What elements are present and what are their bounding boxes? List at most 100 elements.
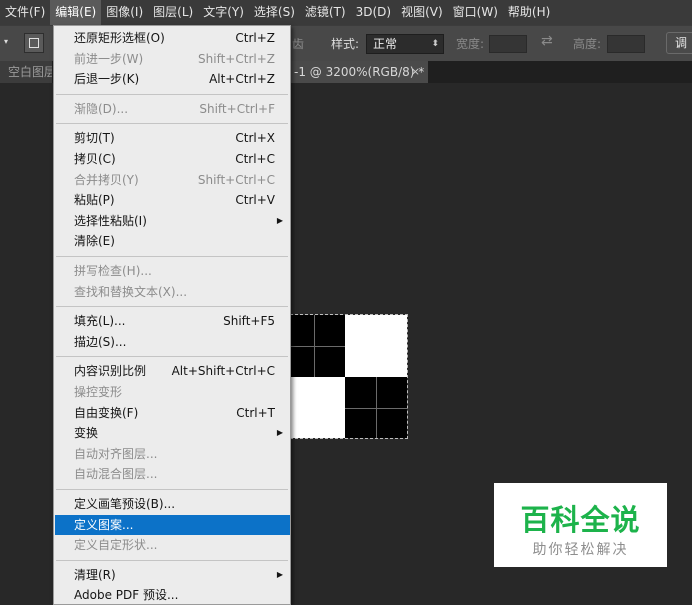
swap-icon[interactable]: ⇄ (541, 33, 553, 49)
pixel-white-top-right (345, 315, 407, 377)
menu-image[interactable]: 图像(I) (101, 0, 148, 25)
pixel-gridline (345, 408, 407, 409)
menu-item-label: 自由变换(F) (74, 405, 139, 420)
menu-bar: 文件(F) 编辑(E) 图像(I) 图层(L) 文字(Y) 选择(S) 滤镜(T) 3D(D)… (0, 0, 692, 25)
menu-item-shortcut: Ctrl+X (235, 131, 275, 146)
menu-view[interactable]: 视图(V) (396, 0, 448, 25)
tab-document[interactable]: -1 @ 3200%(RGB/8) * × (291, 61, 428, 83)
menu-item[interactable]: 后退一步(K) Alt+Ctrl+Z (55, 69, 290, 89)
menu-item-label: 定义图案... (74, 517, 134, 532)
close-icon[interactable]: × (411, 61, 420, 83)
menu-item: 渐隐(D)... Shift+Ctrl+F (55, 99, 290, 119)
menu-item-label: 描边(S)... (74, 334, 127, 349)
menu-item-label: 还原矩形选框(O) (74, 31, 165, 45)
menu-item[interactable]: 清除(E) (55, 231, 290, 251)
menu-edit[interactable]: 编辑(E) (50, 0, 102, 25)
menu-separator (56, 356, 288, 358)
menu-item-label: 剪切(T) (74, 131, 115, 146)
menu-select[interactable]: 选择(S) (249, 0, 300, 25)
menu-item-shortcut: Shift+Ctrl+C (197, 172, 275, 187)
antialias-label: 齿 (292, 37, 305, 51)
menu-item[interactable]: 定义画笔预设(B)... (55, 494, 290, 514)
menu-item: 自动对齐图层... (55, 444, 290, 464)
menu-item-shortcut: Alt+Ctrl+Z (209, 72, 275, 87)
menu-filter[interactable]: 滤镜(T) (300, 0, 351, 25)
menu-item-label: 拼写检查(H)... (74, 264, 152, 278)
menu-item: 自动混合图层... (55, 464, 290, 484)
height-input[interactable] (607, 35, 645, 53)
menu-item-label: 查找和替换文本(X)... (74, 284, 188, 299)
menu-item-label: 清除(E) (74, 234, 115, 249)
menu-item[interactable]: 还原矩形选框(O) Ctrl+Z (55, 28, 290, 48)
menu-item-label: 定义画笔预设(B)... (74, 497, 176, 511)
menu-item-shortcut: Shift+Ctrl+F (199, 101, 275, 116)
menu-item-label: 粘贴(P) (74, 193, 115, 208)
style-label: 样式: (331, 37, 360, 51)
menu-item-label: 填充(L)... (74, 314, 126, 329)
watermark-logo: 百科全说 助你轻松解决 (494, 483, 667, 567)
menu-item[interactable]: 选择性粘贴(I) ▶ (55, 211, 290, 231)
menu-item: 前进一步(W) Shift+Ctrl+Z (55, 49, 290, 69)
menu-item-label: 自动混合图层... (74, 467, 158, 482)
menu-layer[interactable]: 图层(L) (148, 0, 198, 25)
menu-item[interactable]: 剪切(T) Ctrl+X (55, 128, 290, 148)
watermark-title: 百科全说 (520, 503, 641, 537)
menu-item[interactable]: 拷贝(C) Ctrl+C (55, 149, 290, 169)
menu-item-label: 自动对齐图层... (74, 446, 158, 461)
watermark-subtitle: 助你轻松解决 (532, 542, 629, 558)
pixel-canvas[interactable] (290, 314, 408, 439)
menu-item[interactable]: 自由变换(F) Ctrl+T (55, 403, 290, 423)
menu-item[interactable]: 清理(R) ▶ (55, 565, 290, 585)
menu-item-label: 渐隐(D)... (74, 101, 129, 116)
menu-item-label: 定义自定形状... (74, 538, 158, 553)
tool-preset-dropdown-icon[interactable]: ▾ (4, 37, 12, 49)
menu-3d[interactable]: 3D(D) (351, 0, 396, 25)
refine-edge-button[interactable]: 调 (666, 32, 692, 54)
menu-item-shortcut: Shift+Ctrl+Z (198, 51, 275, 66)
menu-item-shortcut: Ctrl+C (235, 152, 275, 166)
menu-separator (56, 93, 288, 95)
menu-item-shortcut: Shift+F5 (223, 314, 275, 329)
menu-item-label: 前进一步(W) (74, 51, 144, 66)
submenu-arrow-icon: ▶ (276, 428, 283, 438)
menu-item-label: 内容识别比例 (74, 364, 147, 379)
menu-item: 查找和替换文本(X)... (55, 282, 290, 302)
submenu-arrow-icon: ▶ (276, 569, 283, 579)
menu-item[interactable]: 粘贴(P) Ctrl+V (55, 190, 290, 210)
menu-item: 操控变形 (55, 382, 290, 402)
menu-item-shortcut: Ctrl+T (236, 405, 275, 420)
submenu-arrow-icon: ▶ (276, 215, 283, 225)
menu-type[interactable]: 文字(Y) (198, 0, 249, 25)
menu-item-label: 选择性粘贴(I) (74, 213, 147, 228)
menu-item-shortcut: Ctrl+V (235, 193, 275, 208)
menu-item: 合并拷贝(Y) Shift+Ctrl+C (55, 170, 290, 190)
width-label: 宽度: (456, 37, 485, 51)
menu-item-label: Adobe PDF 预设... (74, 588, 179, 603)
tab-document-label: -1 @ 3200%(RGB/8) * (294, 65, 425, 79)
menu-item-label: 清理(R) (74, 567, 116, 582)
menu-item[interactable]: 描边(S)... (55, 332, 290, 352)
menu-item[interactable]: 填充(L)... Shift+F5 (55, 311, 290, 331)
new-selection-icon[interactable] (24, 33, 44, 53)
menu-item: 定义自定形状... (55, 535, 290, 555)
style-select[interactable]: 正常 ⬍ (366, 34, 444, 54)
menu-item-label: 变换 (74, 426, 99, 441)
menu-item[interactable]: 定义图案... (55, 514, 290, 535)
menu-file[interactable]: 文件(F) (0, 0, 50, 25)
menu-item[interactable]: 变换 ▶ (55, 423, 290, 443)
menu-item-label: 合并拷贝(Y) (74, 172, 139, 187)
menu-item-label: 后退一步(K) (74, 72, 140, 87)
menu-item-label: 操控变形 (74, 385, 123, 399)
tab-blank-layer[interactable]: 空白图层 (0, 61, 52, 83)
menu-item-label: 拷贝(C) (74, 152, 116, 166)
menu-window[interactable]: 窗口(W) (448, 0, 503, 25)
menu-separator (56, 123, 288, 125)
width-input[interactable] (489, 35, 527, 53)
menu-help[interactable]: 帮助(H) (503, 0, 555, 25)
menu-item: 拼写检查(H)... (55, 261, 290, 281)
menu-item[interactable]: 内容识别比例 Alt+Shift+Ctrl+C (55, 361, 290, 381)
menu-separator (56, 489, 288, 490)
menu-item[interactable]: Adobe PDF 预设... (55, 585, 290, 605)
select-arrows-icon: ⬍ (431, 39, 439, 49)
menu-item-shortcut: Alt+Shift+Ctrl+C (171, 364, 275, 379)
